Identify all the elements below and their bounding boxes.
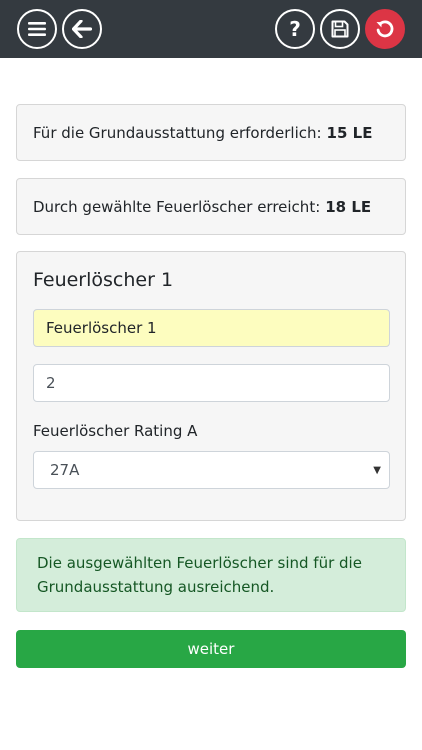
hamburger-menu-icon (28, 21, 46, 37)
help-label: ? (289, 17, 301, 41)
extinguisher-count-value: 2 (46, 374, 56, 392)
rating-label: Feuerlöscher Rating A (33, 422, 198, 440)
back-button[interactable] (62, 9, 102, 49)
required-le-value: 15 LE (326, 123, 373, 142)
chevron-down-icon: ▼ (373, 464, 381, 476)
next-button[interactable]: weiter (16, 630, 406, 668)
sufficiency-alert-text: Die ausgewählten Feuerlöscher sind für d… (37, 554, 362, 596)
undo-icon (375, 19, 395, 39)
next-button-label: weiter (187, 640, 235, 658)
floppy-disk-icon (331, 20, 349, 38)
extinguisher-card-title: Feuerlöscher 1 (33, 269, 174, 291)
save-button[interactable] (320, 9, 360, 49)
top-toolbar: ? (0, 0, 422, 58)
reached-le-value: 18 LE (325, 197, 372, 216)
required-le-box: Für die Grundausstattung erforderlich: 1… (16, 104, 406, 161)
extinguisher-count-input[interactable]: 2 (33, 364, 390, 402)
reset-button[interactable] (365, 9, 405, 49)
reached-le-label: Durch gewählte Feuerlöscher erreicht: (33, 197, 321, 216)
rating-selected-value: 27A (50, 461, 80, 479)
required-le-label: Für die Grundausstattung erforderlich: (33, 123, 322, 142)
reached-le-box: Durch gewählte Feuerlöscher erreicht: 18… (16, 178, 406, 235)
menu-button[interactable] (17, 9, 57, 49)
extinguisher-name-input[interactable]: Feuerlöscher 1 (33, 309, 390, 347)
extinguisher-name-value: Feuerlöscher 1 (46, 319, 157, 337)
extinguisher-card: Feuerlöscher 1 Feuerlöscher 1 2 Feuerlös… (16, 251, 406, 521)
arrow-left-icon (72, 20, 92, 38)
help-button[interactable]: ? (275, 9, 315, 49)
rating-select[interactable]: 27A ▼ (33, 451, 390, 489)
sufficiency-alert: Die ausgewählten Feuerlöscher sind für d… (16, 538, 406, 612)
